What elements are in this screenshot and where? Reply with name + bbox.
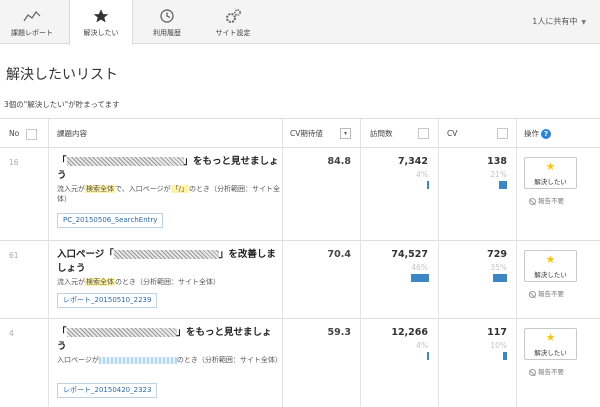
visits-bar bbox=[427, 181, 429, 189]
row-number: 16 bbox=[9, 158, 19, 167]
tab-label: 課題レポート bbox=[11, 29, 53, 37]
tab-site-settings[interactable]: サイト設定 bbox=[201, 0, 265, 44]
tab-label: 解決したい bbox=[83, 29, 119, 37]
cv-expected-value: 70.4 bbox=[327, 249, 351, 260]
no-report-link[interactable]: 報告不要 bbox=[529, 195, 564, 205]
tab-label: 利用履歴 bbox=[153, 29, 181, 37]
issue-description: 入口ページが のとき（分析範囲：サイト全体） bbox=[57, 356, 282, 364]
visits-bar bbox=[411, 274, 429, 282]
header-cv-expected[interactable]: CV期待値 bbox=[290, 119, 323, 148]
cv-percent: 35% bbox=[490, 263, 507, 272]
prohibited-icon bbox=[529, 290, 536, 298]
want-label: 解決したい bbox=[534, 271, 567, 279]
column-divider bbox=[438, 119, 439, 407]
cv-percent: 21% bbox=[490, 170, 507, 179]
redacted-text bbox=[66, 328, 177, 337]
column-divider bbox=[48, 119, 49, 407]
tab-usage-history[interactable]: 利用履歴 bbox=[135, 0, 199, 44]
cv-bar bbox=[499, 181, 507, 189]
cv-checkbox[interactable] bbox=[497, 128, 508, 139]
table-row: 16 「」をもっと見せましょう 流入元が検索全体で、入口ページが「/」のとき（分… bbox=[0, 148, 600, 241]
tab-want-to-solve[interactable]: 解決したい bbox=[69, 0, 133, 45]
tab-issue-report[interactable]: 課題レポート bbox=[0, 0, 64, 44]
issue-title[interactable]: 「」をもっと見せましょう bbox=[57, 326, 279, 354]
visits-percent: 4% bbox=[416, 341, 428, 350]
cv-bar bbox=[493, 274, 507, 282]
row-number: 61 bbox=[9, 251, 19, 260]
redacted-text bbox=[113, 250, 219, 259]
no-report-link[interactable]: 報告不要 bbox=[529, 288, 564, 298]
header-visits: 訪問数 bbox=[370, 129, 393, 138]
column-divider bbox=[516, 119, 517, 407]
cv-percent: 10% bbox=[490, 341, 507, 350]
column-divider bbox=[282, 119, 283, 407]
issue-description: 流入元が検索全体のとき（分析範囲：サイト全体） bbox=[57, 278, 220, 286]
row-number: 4 bbox=[9, 329, 14, 338]
column-divider bbox=[360, 119, 361, 407]
star-icon: ★ bbox=[545, 160, 556, 173]
gears-icon bbox=[226, 9, 241, 23]
cv-value: 729 bbox=[487, 249, 507, 260]
tab-label: サイト設定 bbox=[215, 29, 251, 37]
chart-line-icon bbox=[23, 11, 41, 22]
select-all-checkbox[interactable] bbox=[25, 128, 37, 140]
visits-value: 74,527 bbox=[391, 249, 428, 260]
cv-value: 138 bbox=[487, 156, 507, 167]
report-tag[interactable]: レポート_20150510_2239 bbox=[57, 293, 158, 308]
report-tag[interactable]: レポート_20150420_2323 bbox=[57, 383, 158, 398]
help-icon[interactable]: ? bbox=[541, 129, 551, 139]
cv-expected-value: 59.3 bbox=[327, 327, 351, 338]
chevron-down-icon: ▼ bbox=[581, 19, 586, 26]
want-label: 解決したい bbox=[534, 349, 567, 357]
issue-description: 流入元が検索全体で、入口ページが「/」のとき（分析範囲：サイト全体） bbox=[57, 185, 280, 203]
visits-percent: 46% bbox=[411, 263, 428, 272]
prohibited-icon bbox=[529, 368, 536, 376]
cv-bar bbox=[503, 352, 507, 360]
header-no: No bbox=[9, 119, 37, 148]
issue-title[interactable]: 「」をもっと見せましょう bbox=[57, 155, 279, 183]
clock-icon bbox=[160, 9, 174, 23]
visits-checkbox[interactable] bbox=[418, 128, 429, 139]
star-icon bbox=[93, 9, 109, 23]
prohibited-icon bbox=[529, 197, 536, 205]
header-action: 操作? bbox=[524, 119, 551, 148]
page-title: 解決したいリスト bbox=[6, 67, 118, 83]
visits-percent: 4% bbox=[416, 170, 428, 179]
header-content: 課題内容 bbox=[57, 129, 87, 138]
star-icon: ★ bbox=[545, 331, 556, 344]
want-to-solve-button[interactable]: ★ 解決したい bbox=[524, 157, 577, 189]
want-list-table: No 課題内容 CV期待値 ▾ 訪問数 CV 操作? 16 「」をもっと見せまし… bbox=[0, 118, 600, 407]
cv-value: 117 bbox=[487, 327, 507, 338]
top-nav: 課題レポート 解決したい 利用履歴 サイト設定 1人に共有中 ▼ bbox=[0, 0, 600, 45]
issue-title[interactable]: 入口ページ「 」を改善しましょう bbox=[57, 248, 279, 276]
want-count-text: 3個の"解決したい"が貯まってます bbox=[4, 100, 120, 109]
redacted-url bbox=[98, 356, 177, 364]
table-row: 61 入口ページ「 」を改善しましょう 流入元が検索全体のとき（分析範囲：サイト全… bbox=[0, 241, 600, 319]
sort-dropdown-icon[interactable]: ▾ bbox=[340, 128, 351, 139]
visits-bar bbox=[427, 352, 429, 360]
visits-value: 7,342 bbox=[397, 156, 428, 167]
header-cv: CV bbox=[447, 129, 458, 138]
want-to-solve-button[interactable]: ★ 解決したい bbox=[524, 250, 577, 282]
want-label: 解決したい bbox=[534, 178, 567, 186]
visits-value: 12,266 bbox=[391, 327, 428, 338]
report-tag[interactable]: PC_20150506_SearchEntry bbox=[57, 213, 164, 228]
no-report-link[interactable]: 報告不要 bbox=[529, 366, 564, 376]
want-to-solve-button[interactable]: ★ 解決したい bbox=[524, 328, 577, 360]
star-icon: ★ bbox=[545, 253, 556, 266]
redacted-text bbox=[66, 157, 184, 166]
share-label: 1人に共有中 bbox=[532, 17, 578, 26]
table-row: 4 「」をもっと見せましょう 入口ページが のとき（分析範囲：サイト全体） レポー… bbox=[0, 319, 600, 407]
share-dropdown[interactable]: 1人に共有中 ▼ bbox=[532, 16, 586, 27]
table-header: No 課題内容 CV期待値 ▾ 訪問数 CV 操作? bbox=[0, 119, 600, 148]
cv-expected-value: 84.8 bbox=[327, 156, 351, 167]
